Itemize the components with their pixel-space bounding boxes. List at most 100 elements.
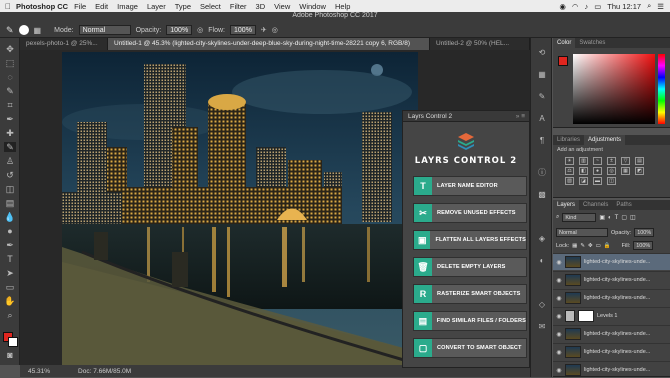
layer-name-editor-button[interactable]: T LAYER NAME EDITOR xyxy=(413,176,527,196)
menu-edit[interactable]: Edit xyxy=(95,2,108,11)
tab-layers[interactable]: Layers xyxy=(553,200,580,210)
menu-list-icon[interactable]: ☰ xyxy=(657,2,664,11)
layer-row[interactable]: ◉ lighted-city-skylines-unde... xyxy=(553,343,670,360)
airbrush-icon[interactable]: ✈ xyxy=(261,26,267,34)
visibility-eye-icon[interactable]: ◉ xyxy=(553,277,565,284)
flatten-all-layers-effects-button[interactable]: ▣ FLATTEN ALL LAYERS EFFECTS xyxy=(413,230,527,250)
volume-icon[interactable]: ♪ xyxy=(584,2,588,11)
find-similar-files-button[interactable]: ▤ FIND SIMILAR FILES / FOLDERS xyxy=(413,311,527,331)
doc-size[interactable]: Doc: 7.66M/85.0M xyxy=(78,368,131,375)
adjust-icon[interactable]: ◐ xyxy=(536,256,548,266)
filter-type-icon[interactable]: T xyxy=(615,215,619,221)
tab-untitled-2[interactable]: Untitled-2 @ 50% (HEL... xyxy=(430,38,530,50)
layer-name[interactable]: lighted-city-skylines-unde... xyxy=(584,367,650,373)
zoom-level[interactable]: 45.31% xyxy=(28,368,50,375)
tab-paths[interactable]: Paths xyxy=(612,200,635,210)
layer-name[interactable]: Levels 1 xyxy=(597,313,618,319)
tab-libraries[interactable]: Libraries xyxy=(553,135,584,145)
color-panel-fg-swatch[interactable] xyxy=(558,56,568,66)
eyedropper-tool-icon[interactable]: ✒ xyxy=(4,114,16,124)
background-color-swatch[interactable] xyxy=(8,337,18,347)
menu-filter[interactable]: Filter xyxy=(230,2,247,11)
layer-row[interactable]: ◉ lighted-city-skylines-unde... xyxy=(553,361,670,378)
menu-layer[interactable]: Layer xyxy=(147,2,166,11)
clock[interactable]: Thu 12:17 xyxy=(607,2,641,11)
filter-shape-icon[interactable]: ▢ xyxy=(621,214,627,221)
quick-mask-icon[interactable]: ◙ xyxy=(4,350,16,360)
app-name[interactable]: Photoshop CC xyxy=(16,2,68,11)
levels-icon[interactable]: ▥ xyxy=(579,157,588,165)
visibility-eye-icon[interactable]: ◉ xyxy=(553,295,565,302)
pen-tool-icon[interactable]: ✒ xyxy=(4,240,16,250)
layer-comps-icon[interactable]: ◇ xyxy=(536,300,548,310)
tab-channels[interactable]: Channels xyxy=(579,200,612,210)
zoom-tool-icon[interactable]: ⌕ xyxy=(4,310,16,320)
shape-tool-icon[interactable]: ▭ xyxy=(4,282,16,292)
brush-tool-icon[interactable]: ✎ xyxy=(6,25,14,36)
threshold-icon[interactable]: ◪ xyxy=(579,177,588,185)
fill-field[interactable]: 100% xyxy=(633,241,654,250)
layer-name[interactable]: lighted-city-skylines-unde... xyxy=(584,331,650,337)
tab-color[interactable]: Color xyxy=(553,38,576,48)
flow-field[interactable]: 100% xyxy=(230,25,256,35)
menu-file[interactable]: File xyxy=(74,2,86,11)
blur-tool-icon[interactable]: 💧 xyxy=(4,212,16,222)
kind-filter-select[interactable]: Kind xyxy=(562,213,597,222)
visibility-eye-icon[interactable]: ◉ xyxy=(553,259,565,266)
photo-filter-icon[interactable]: ● xyxy=(593,167,602,175)
tab-untitled-1[interactable]: Untitled-1 @ 45.3% (lighted-city-skyline… xyxy=(108,38,430,50)
city-night-photo[interactable] xyxy=(62,52,418,365)
layer-row[interactable]: ◉ lighted-city-skylines-unde... xyxy=(553,325,670,342)
layer-name[interactable]: lighted-city-skylines-unde... xyxy=(584,295,650,301)
panel-menu-icon[interactable]: » ≡ xyxy=(516,113,529,120)
brush-tool-icon[interactable]: ✎ xyxy=(4,142,16,152)
curves-icon[interactable]: ~ xyxy=(593,157,602,165)
lock-transparent-icon[interactable]: ▦ xyxy=(572,243,577,249)
search-icon[interactable]: ⌕ xyxy=(647,1,651,11)
vibrance-icon[interactable]: ▽ xyxy=(621,157,630,165)
apple-icon[interactable]:  xyxy=(0,2,16,11)
tab-swatches[interactable]: Swatches xyxy=(575,38,609,48)
paragraph-icon[interactable]: ¶ xyxy=(536,136,548,146)
path-select-tool-icon[interactable]: ➤ xyxy=(4,268,16,278)
remove-unused-effects-button[interactable]: ✂ REMOVE UNUSED EFFECTS xyxy=(413,203,527,223)
3d-icon[interactable]: ◈ xyxy=(536,234,548,244)
swatches-icon[interactable]: ▩ xyxy=(536,190,548,200)
move-tool-icon[interactable]: ✥ xyxy=(4,44,16,54)
history-brush-tool-icon[interactable]: ↺ xyxy=(4,170,16,180)
convert-to-smart-object-button[interactable]: ▢ CONVERT TO SMART OBJECT xyxy=(413,338,527,358)
menu-view[interactable]: View xyxy=(274,2,290,11)
posterize-icon[interactable]: ▨ xyxy=(565,177,574,185)
color-balance-icon[interactable]: ⚖ xyxy=(565,167,574,175)
menu-image[interactable]: Image xyxy=(117,2,138,11)
menu-window[interactable]: Window xyxy=(299,2,326,11)
pressure-opacity-icon[interactable]: ◎ xyxy=(197,26,203,34)
brush-preset-picker[interactable] xyxy=(18,25,29,35)
tab-pexels-photo[interactable]: pexels-photo-1 @ 25%... xyxy=(20,38,108,50)
invert-icon[interactable]: ◩ xyxy=(635,167,644,175)
type-tool-icon[interactable]: T xyxy=(4,254,16,264)
blend-mode-select[interactable]: Normal xyxy=(556,228,608,237)
visibility-eye-icon[interactable]: ◉ xyxy=(553,331,565,338)
status-icon[interactable]: ◉ xyxy=(559,2,566,11)
lock-all-icon[interactable]: 🔒 xyxy=(604,243,611,249)
color-lookup-icon[interactable]: ▦ xyxy=(621,167,630,175)
wifi-icon[interactable]: ◠ xyxy=(572,2,579,11)
history-icon[interactable]: ⟲ xyxy=(536,48,548,58)
lasso-tool-icon[interactable]: ◌ xyxy=(4,72,16,82)
mode-select[interactable]: Normal xyxy=(78,25,131,35)
gradient-tool-icon[interactable]: ▤ xyxy=(4,198,16,208)
visibility-eye-icon[interactable]: ◉ xyxy=(553,367,565,374)
selective-color-icon[interactable]: ◫ xyxy=(607,177,616,185)
filter-smart-icon[interactable]: ◫ xyxy=(630,214,636,221)
battery-icon[interactable]: ▭ xyxy=(594,2,601,11)
hand-tool-icon[interactable]: ✋ xyxy=(4,296,16,306)
menu-type[interactable]: Type xyxy=(175,2,191,11)
lock-paint-icon[interactable]: ✎ xyxy=(580,243,585,249)
layer-name[interactable]: lighted-city-skylines-unde... xyxy=(584,349,650,355)
layer-row[interactable]: ◉ lighted-city-skylines-unde... xyxy=(553,289,670,306)
filter-adjustment-icon[interactable]: ◐ xyxy=(608,215,612,221)
healing-brush-tool-icon[interactable]: ✚ xyxy=(4,128,16,138)
info-icon[interactable]: ⓘ xyxy=(536,168,548,178)
quick-select-tool-icon[interactable]: ✎ xyxy=(4,86,16,96)
